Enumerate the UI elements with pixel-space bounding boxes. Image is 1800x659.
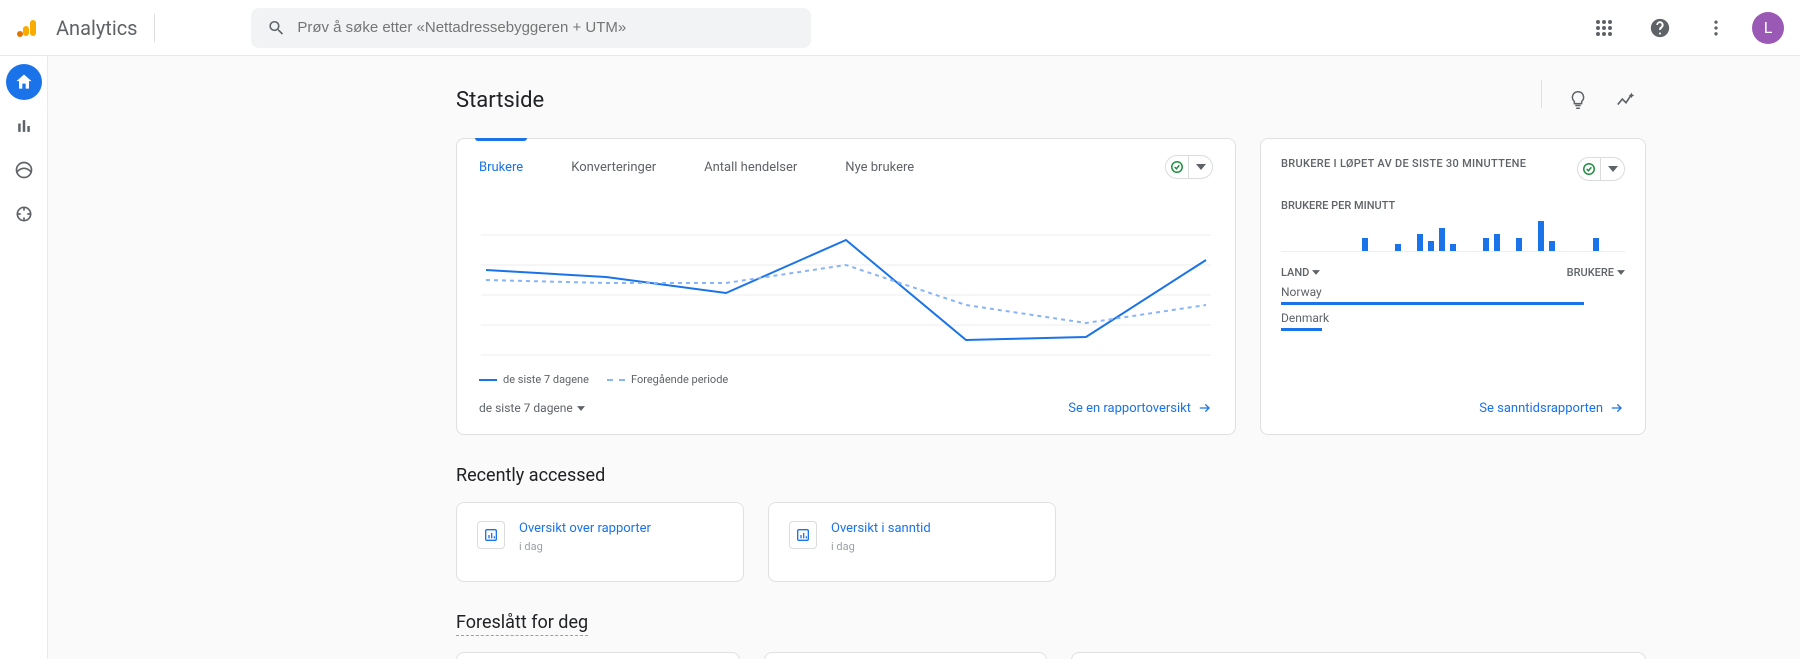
bar	[1395, 244, 1401, 251]
legend-previous: Foregående periode	[607, 373, 728, 386]
google-apps-icon[interactable]	[1584, 8, 1624, 48]
report-icon	[477, 521, 505, 549]
bar	[1516, 238, 1522, 251]
recent-sub: i dag	[831, 540, 931, 553]
header-actions: L	[1584, 8, 1784, 48]
analytics-logo-icon	[16, 16, 40, 40]
recent-title: Oversikt i sanntid	[831, 521, 931, 536]
suggested-card: Brukere ▾ etterLand-ID ▾LANDBRUKERE	[1071, 652, 1646, 659]
recent-card[interactable]: Oversikt i sanntid i dag	[768, 502, 1056, 582]
report-overview-link[interactable]: Se en rapportoversikt	[1068, 400, 1213, 416]
analytics-logo	[16, 16, 40, 40]
bar	[1439, 228, 1445, 251]
search-icon	[267, 18, 286, 38]
tab-brukere[interactable]: Brukere	[479, 139, 523, 195]
realtime-barchart	[1281, 218, 1625, 252]
status-ok-icon	[1165, 155, 1189, 179]
chevron-down-icon	[1196, 162, 1206, 172]
insights-icon[interactable]	[1558, 80, 1598, 120]
realtime-card: BRUKERE I LØPET AV DE SISTE 30 MINUTTENE…	[1260, 138, 1646, 435]
content-area: Startside Brukere Konverte	[48, 56, 1800, 659]
country-row: Denmark	[1281, 311, 1625, 331]
tab-antall-hendelser[interactable]: Antall hendelser	[704, 139, 797, 195]
legend-current: de siste 7 dagene	[479, 373, 589, 386]
arrow-right-icon	[1609, 400, 1625, 416]
line-chart	[457, 195, 1235, 365]
search-input[interactable]	[297, 19, 794, 36]
recent-card[interactable]: Oversikt over rapporter i dag	[456, 502, 744, 582]
col-users[interactable]: BRUKERE	[1567, 266, 1625, 279]
country-row: Norway	[1281, 285, 1625, 305]
explore-icon	[14, 160, 34, 180]
tab-konverteringer[interactable]: Konverteringer	[571, 139, 656, 195]
chevron-down-icon	[1617, 270, 1625, 275]
page-title: Startside	[456, 88, 544, 113]
user-avatar[interactable]: L	[1752, 12, 1784, 44]
bar-chart-icon	[14, 116, 34, 136]
suggested-card: Visninger ▾ etterSidetittel og skjerm… ▾…	[764, 652, 1048, 659]
help-icon[interactable]	[1640, 8, 1680, 48]
bar	[1428, 241, 1434, 251]
bar	[1417, 234, 1423, 251]
expand-button[interactable]	[1601, 157, 1625, 181]
nav-reports[interactable]	[6, 108, 42, 144]
tab-nye-brukere[interactable]: Nye brukere	[845, 139, 914, 195]
target-icon	[14, 204, 34, 224]
app-header: Analytics L	[0, 0, 1800, 56]
bar	[1549, 241, 1555, 251]
suggested-heading: Foreslått for deg	[456, 612, 588, 636]
divider	[154, 14, 155, 42]
nav-explore[interactable]	[6, 152, 42, 188]
recent-title: Oversikt over rapporter	[519, 521, 651, 536]
search-box[interactable]	[251, 8, 811, 48]
realtime-title: BRUKERE I LØPET AV DE SISTE 30 MINUTTENE	[1281, 157, 1526, 170]
nav-home[interactable]	[6, 64, 42, 100]
report-icon	[789, 521, 817, 549]
expand-button[interactable]	[1189, 155, 1213, 179]
more-vert-icon[interactable]	[1696, 8, 1736, 48]
chevron-down-icon	[1608, 164, 1618, 174]
realtime-subtitle: BRUKERE PER MINUTT	[1281, 199, 1625, 212]
bar	[1538, 221, 1544, 251]
users-chart-card: Brukere Konverteringer Antall hendelser …	[456, 138, 1236, 435]
suggested-card: Økter ▾ etterStandard kanalgr… ▾STANDARD…	[456, 652, 740, 659]
card-status-control	[1577, 157, 1625, 181]
status-ok-icon	[1577, 157, 1601, 181]
divider	[1541, 80, 1542, 108]
arrow-right-icon	[1197, 400, 1213, 416]
chevron-down-icon	[1312, 270, 1320, 275]
card-status-control	[1165, 155, 1213, 179]
bar	[1450, 244, 1456, 251]
recent-sub: i dag	[519, 540, 651, 553]
home-icon	[14, 72, 34, 92]
bar	[1593, 238, 1599, 251]
bar	[1483, 238, 1489, 251]
metric-tabs: Brukere Konverteringer Antall hendelser …	[457, 139, 1235, 195]
bar	[1362, 238, 1368, 251]
trends-icon[interactable]	[1606, 80, 1646, 120]
sparkle-trend-icon	[1615, 89, 1637, 111]
chevron-down-icon	[577, 406, 585, 411]
left-nav	[0, 56, 48, 659]
chart-legend: de siste 7 dagene Foregående periode	[457, 365, 1235, 400]
lightbulb-icon	[1567, 89, 1589, 111]
date-range-dropdown[interactable]: de siste 7 dagene	[479, 401, 585, 415]
bar	[1494, 234, 1500, 251]
realtime-report-link[interactable]: Se sanntidsrapporten	[1479, 400, 1625, 416]
col-country[interactable]: LAND	[1281, 266, 1320, 279]
nav-advertising[interactable]	[6, 196, 42, 232]
app-name: Analytics	[52, 16, 138, 40]
recently-accessed-heading: Recently accessed	[456, 465, 1646, 486]
